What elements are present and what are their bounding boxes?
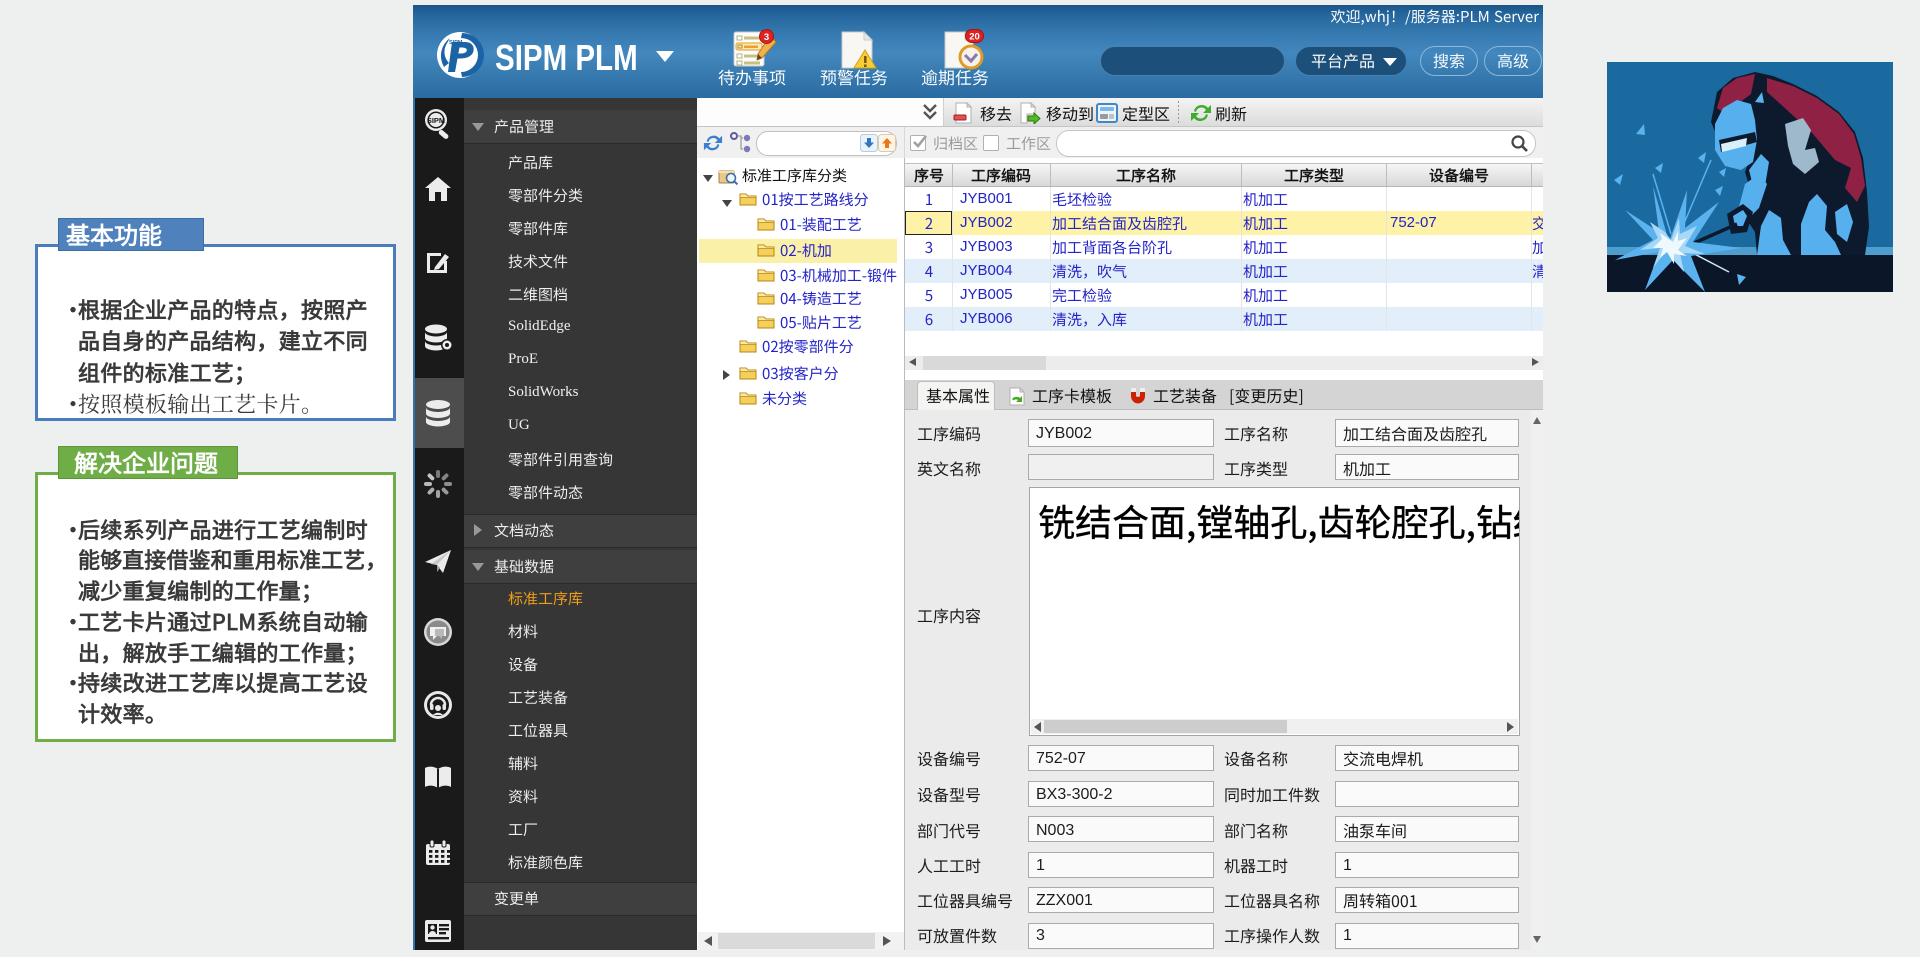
svg-text:SIPM: SIPM: [449, 40, 463, 46]
svg-text:20: 20: [969, 32, 980, 43]
svg-text:3: 3: [764, 32, 769, 43]
svg-text:SIPM: SIPM: [427, 116, 445, 125]
